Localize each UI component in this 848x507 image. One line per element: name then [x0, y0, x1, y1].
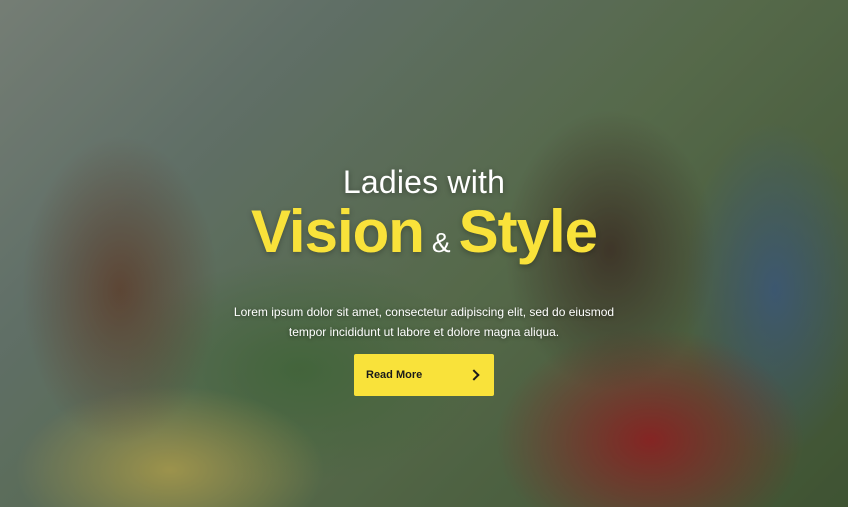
- chevron-right-icon: [468, 369, 480, 381]
- read-more-button[interactable]: Read More: [354, 354, 494, 396]
- headline-style: Style: [458, 198, 598, 265]
- hero-subtitle: Ladies with: [342, 164, 506, 200]
- hero-description: Lorem ipsum dolor sit amet, consectetur …: [233, 305, 615, 339]
- headline-vision: Vision: [250, 198, 425, 265]
- hero-content: Ladies with Vision & Style Lorem ipsum dol…: [0, 162, 848, 342]
- headline-ampersand: &: [431, 227, 451, 258]
- read-more-label: Read More: [366, 369, 423, 381]
- hero-headline: Vision & Style: [0, 200, 848, 280]
